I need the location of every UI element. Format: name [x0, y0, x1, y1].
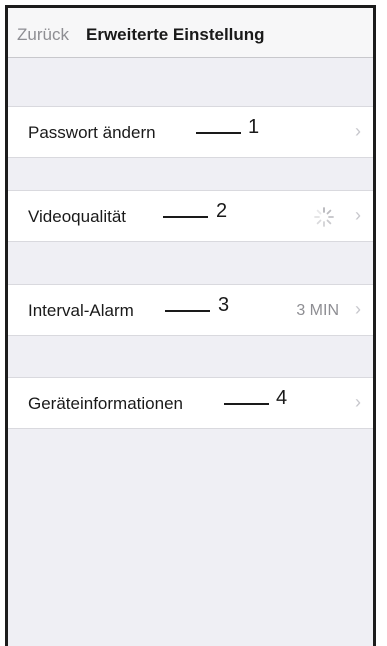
settings-row-change-password[interactable]: Passwort ändern 1 › [8, 106, 373, 158]
callout-leader-line [224, 403, 269, 405]
settings-row-interval-alarm[interactable]: Interval-Alarm 3 3 MIN › [8, 284, 373, 336]
page-title: Erweiterte Einstellung [86, 25, 265, 44]
phone-screen: Zurück Erweiterte Einstellung Passwort ä… [5, 5, 376, 646]
callout-number: 2 [216, 200, 228, 222]
chevron-right-icon: › [355, 205, 361, 225]
callout-number: 3 [218, 294, 230, 316]
row-label: Videoqualität [28, 207, 126, 226]
chevron-right-icon: › [355, 392, 361, 412]
loading-spinner-icon [314, 207, 334, 227]
settings-row-video-quality[interactable]: Videoqualität 2 › [8, 190, 373, 242]
callout-leader-line [163, 216, 208, 218]
callout-number: 1 [248, 116, 260, 138]
back-button[interactable]: Zurück [17, 25, 69, 45]
chevron-right-icon: › [355, 121, 361, 141]
callout-leader-line [165, 310, 210, 312]
navigation-bar: Zurück Erweiterte Einstellung [8, 8, 373, 58]
callout-leader-line [196, 132, 241, 134]
row-label: Geräteinformationen [28, 394, 183, 413]
interval-value: 3 MIN [296, 302, 339, 319]
chevron-right-icon: › [355, 299, 361, 319]
row-label: Passwort ändern [28, 123, 156, 142]
row-label: Interval-Alarm [28, 301, 134, 320]
callout-number: 4 [276, 387, 288, 409]
settings-row-device-info[interactable]: Geräteinformationen 4 › [8, 377, 373, 429]
